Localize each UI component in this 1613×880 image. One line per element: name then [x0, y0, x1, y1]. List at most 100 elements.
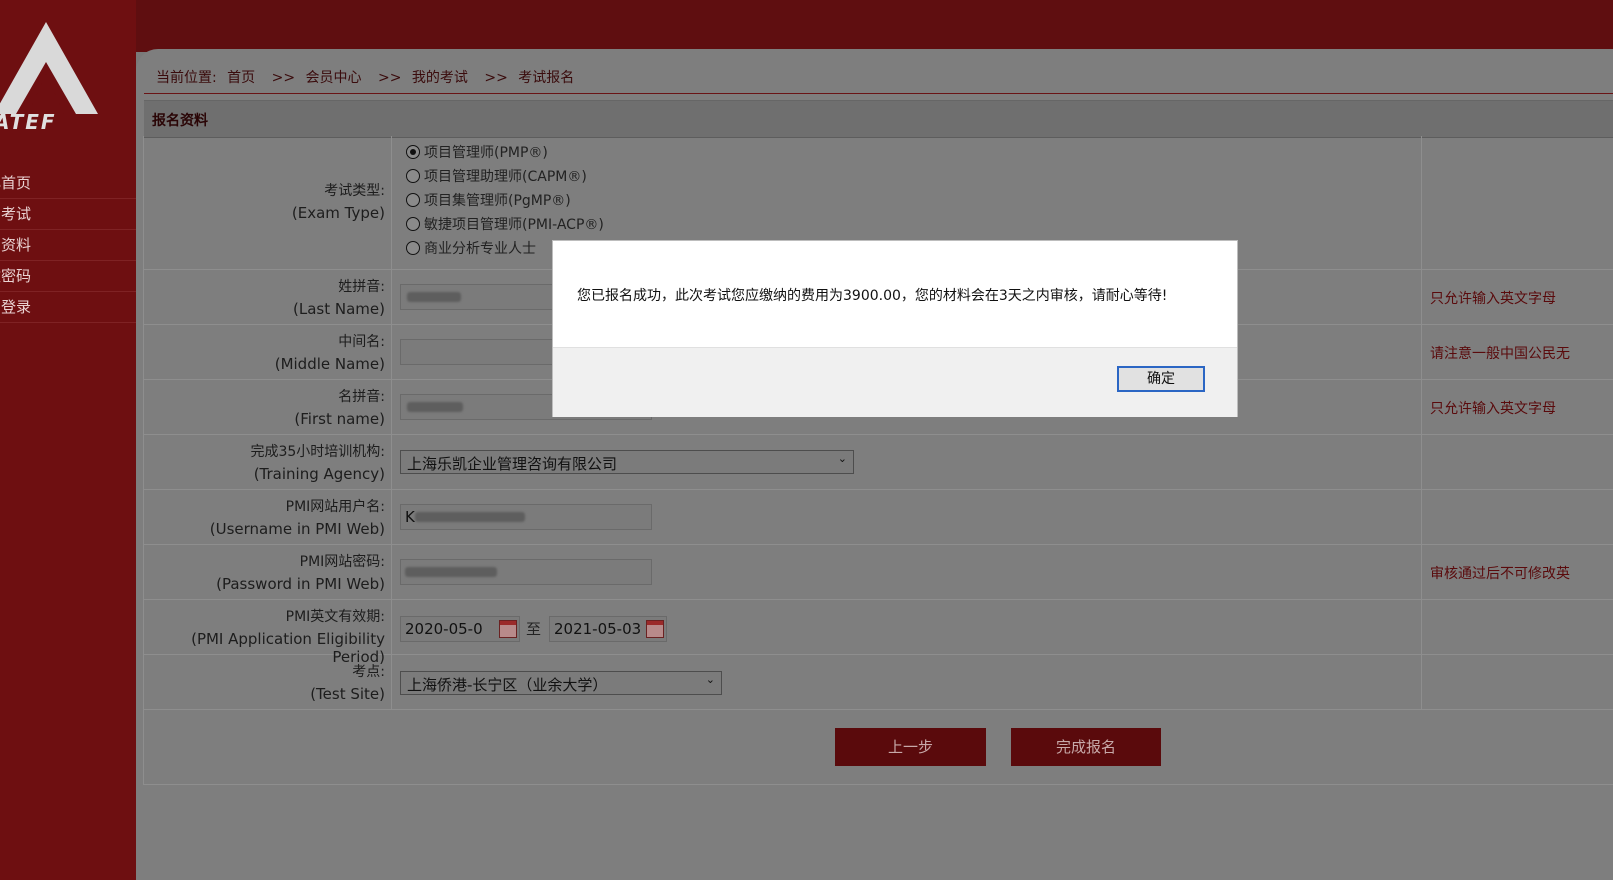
label-en: (First name) [294, 410, 385, 428]
row-actions: 上一步 完成报名 [144, 710, 1613, 785]
radio-label: 项目管理助理师(CAPM®) [424, 169, 587, 185]
label-pmi-username: PMI网站用户名: (Username in PMI Web) [144, 490, 392, 544]
note-pmi-password: 审核通过后不可修改英 [1421, 545, 1613, 599]
breadcrumb-separator: >> [271, 70, 296, 86]
note-exam-type [1421, 136, 1613, 269]
header-band [0, 0, 1613, 52]
eligibility-from-input[interactable]: 2020-05-0 [400, 616, 520, 642]
dialog-message: 您已报名成功，此次考试您应缴纳的费用为3900.00，您的材料会在3天之内审核，… [577, 288, 1168, 304]
label-cn: PMI网站用户名: [285, 499, 385, 515]
breadcrumb: 当前位置: 首页 >> 会员中心 >> 我的考试 >> 考试报名 [156, 67, 580, 87]
side-nav: 心首页 的考试 的资料 改密码 出登录 [0, 168, 136, 323]
label-eligibility: PMI英文有效期: (PMI Application Eligibility P… [144, 600, 392, 666]
side-item-my-profile[interactable]: 的资料 [0, 230, 136, 261]
input-value: 2021-05-03 [554, 620, 642, 638]
label-en: (Username in PMI Web) [209, 520, 385, 538]
side-item-logout[interactable]: 出登录 [0, 292, 136, 323]
row-training-agency: 完成35小时培训机构: (Training Agency) 上海乐凯企业管理咨询… [144, 435, 1613, 490]
breadcrumb-separator: >> [484, 70, 508, 86]
radio-option-pgmp[interactable]: 项目集管理师(PgMP®) [406, 190, 571, 214]
label-exam-type: 考试类型: (Exam Type) [144, 136, 392, 269]
dialog-footer: 确定 [553, 347, 1237, 417]
complete-registration-button[interactable]: 完成报名 [1011, 728, 1161, 766]
section-title: 报名资料 [152, 113, 208, 129]
side-item-change-password[interactable]: 改密码 [0, 261, 136, 292]
radio-label: 项目管理师(PMP®) [424, 145, 548, 161]
label-cn: 中间名: [338, 334, 385, 350]
label-cn: 考点: [352, 664, 385, 680]
row-test-site: 考点: (Test Site) 上海侨港-长宁区（业余大学） ⌄ [144, 655, 1613, 710]
label-en: (Exam Type) [291, 204, 385, 222]
redacted-value [405, 567, 497, 577]
note-text: 只允许输入英文字母 [1430, 291, 1556, 307]
training-agency-select[interactable]: 上海乐凯企业管理咨询有限公司 ⌄ [400, 450, 854, 474]
breadcrumb-divider [144, 93, 1613, 94]
calendar-icon[interactable] [499, 620, 517, 638]
note-test-site [1421, 655, 1613, 709]
note-text: 审核通过后不可修改英 [1430, 566, 1570, 582]
note-eligibility [1421, 600, 1613, 654]
chevron-down-icon: ⌄ [837, 452, 847, 465]
pmi-username-input[interactable]: K [400, 504, 652, 530]
redacted-value [415, 512, 525, 522]
note-training-agency [1421, 435, 1613, 489]
success-dialog: 您已报名成功，此次考试您应缴纳的费用为3900.00，您的材料会在3天之内审核，… [553, 241, 1237, 417]
radio-label: 商业分析专业人士 [424, 241, 536, 257]
radio-icon[interactable] [406, 241, 420, 255]
sidebar: ATEF 心首页 的考试 的资料 改密码 出登录 [0, 0, 136, 880]
label-middle-name: 中间名: (Middle Name) [144, 325, 392, 379]
breadcrumb-my-exams[interactable]: 我的考试 [412, 70, 468, 86]
prev-step-button[interactable]: 上一步 [835, 728, 986, 766]
label-last-name: 姓拼音: (Last Name) [144, 270, 392, 324]
section-header: 报名资料 [144, 100, 1613, 138]
breadcrumb-prefix: 当前位置: [156, 70, 217, 86]
note-middle-name: 请注意一般中国公民无 [1421, 325, 1613, 379]
select-value: 上海乐凯企业管理咨询有限公司 [407, 455, 618, 473]
logo: ATEF [0, 14, 106, 134]
breadcrumb-member-center[interactable]: 会员中心 [306, 70, 362, 86]
pmi-password-input[interactable] [400, 559, 652, 585]
radio-icon[interactable] [406, 169, 420, 183]
radio-option-pmi-acp[interactable]: 敏捷项目管理师(PMI-ACP®) [406, 214, 604, 238]
note-text: 只允许输入英文字母 [1430, 401, 1556, 417]
side-item-my-exams[interactable]: 的考试 [0, 199, 136, 230]
test-site-select[interactable]: 上海侨港-长宁区（业余大学） ⌄ [400, 671, 722, 695]
radio-icon[interactable] [406, 217, 420, 231]
ok-button[interactable]: 确定 [1117, 366, 1205, 392]
calendar-icon[interactable] [646, 620, 664, 638]
radio-option-business-analysis[interactable]: 商业分析专业人士 [406, 238, 536, 262]
note-last-name: 只允许输入英文字母 [1421, 270, 1613, 324]
radio-option-capm[interactable]: 项目管理助理师(CAPM®) [406, 166, 587, 190]
breadcrumb-home[interactable]: 首页 [227, 70, 255, 86]
select-value: 上海侨港-长宁区（业余大学） [407, 676, 608, 694]
label-en: (Middle Name) [274, 355, 385, 373]
label-en: (Training Agency) [253, 465, 385, 483]
radio-label: 敏捷项目管理师(PMI-ACP®) [424, 217, 604, 233]
breadcrumb-exam-registration: 考试报名 [518, 70, 575, 86]
breadcrumb-separator: >> [378, 70, 402, 86]
label-training-agency: 完成35小时培训机构: (Training Agency) [144, 435, 392, 489]
note-first-name: 只允许输入英文字母 [1421, 380, 1613, 434]
label-cn: 完成35小时培训机构: [250, 444, 385, 460]
row-eligibility: PMI英文有效期: (PMI Application Eligibility P… [144, 600, 1613, 666]
note-pmi-username [1421, 490, 1613, 544]
radio-icon[interactable] [406, 193, 420, 207]
logo-text: ATEF [0, 110, 57, 134]
label-cn: 考试类型: [324, 183, 385, 199]
row-pmi-username: PMI网站用户名: (Username in PMI Web) K [144, 490, 1613, 545]
redacted-value [407, 402, 463, 412]
radio-label: 项目集管理师(PgMP®) [424, 193, 571, 209]
radio-option-pmp[interactable]: 项目管理师(PMP®) [406, 142, 548, 166]
date-range-separator: 至 [526, 620, 542, 638]
label-en: (Password in PMI Web) [216, 575, 385, 593]
label-first-name: 名拼音: (First name) [144, 380, 392, 434]
label-test-site: 考点: (Test Site) [144, 655, 392, 709]
redacted-value [407, 292, 461, 302]
side-item-home[interactable]: 心首页 [0, 168, 136, 199]
input-value: 2020-05-0 [405, 620, 483, 638]
note-text: 请注意一般中国公民无 [1430, 346, 1570, 362]
chevron-down-icon: ⌄ [705, 673, 715, 686]
eligibility-to-input[interactable]: 2021-05-03 [549, 616, 667, 642]
radio-checked-icon[interactable] [406, 145, 420, 159]
label-en: (Last Name) [293, 300, 385, 318]
